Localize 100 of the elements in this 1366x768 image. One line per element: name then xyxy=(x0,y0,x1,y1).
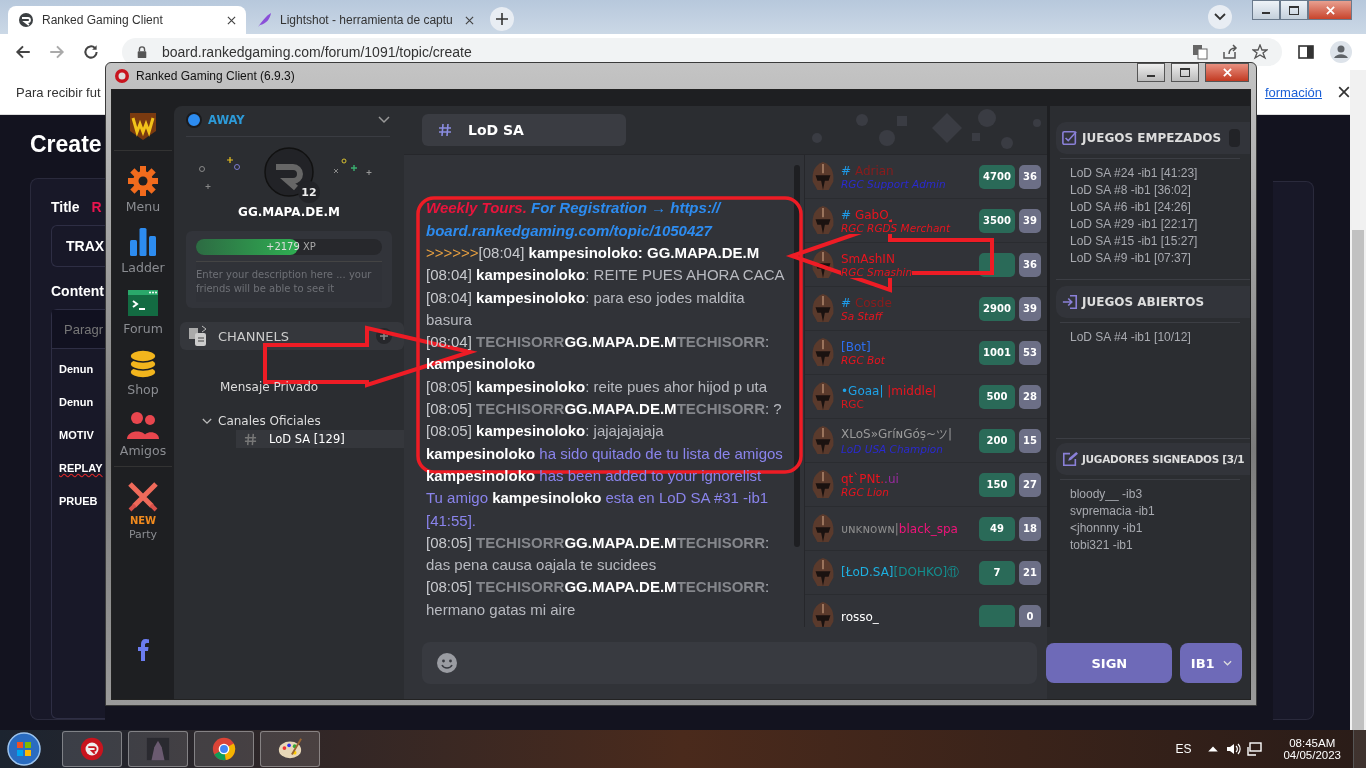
channels-header[interactable]: CHANNELS xyxy=(180,322,404,350)
banner-link[interactable]: formación xyxy=(1264,84,1322,100)
nav-item[interactable]: Ladder xyxy=(114,222,172,283)
taskbar-app[interactable] xyxy=(260,731,320,767)
section-header: JUEGOS ABIERTOS xyxy=(1056,286,1250,318)
nav-item[interactable]: Forum xyxy=(114,283,172,344)
chat-message: [08:05] TECHISORRGG.MAPA.DE.MTECHISORR: ? xyxy=(426,399,783,420)
swords-icon xyxy=(127,481,159,513)
level-badge: 28 xyxy=(1019,384,1041,409)
taskbar-app[interactable] xyxy=(194,731,254,767)
reload-icon[interactable] xyxy=(82,43,100,61)
star-icon[interactable] xyxy=(1252,44,1268,60)
shield-icon xyxy=(127,110,159,142)
user-row[interactable]: # Cosde Sa Staff 2900 39 xyxy=(805,287,1047,331)
new-tab-button[interactable] xyxy=(490,7,514,31)
nav-item[interactable]: Amigos xyxy=(114,405,172,467)
field-label: Title xyxy=(51,199,80,215)
list-item[interactable]: <jhonnny -ib1 xyxy=(1070,520,1240,537)
nav-label: Ladder xyxy=(121,260,165,275)
user-title: RGC RGDS Merchant xyxy=(841,221,951,234)
close-button[interactable] xyxy=(1205,63,1249,82)
scrollbar[interactable] xyxy=(794,165,800,547)
user-name: [Bot] xyxy=(841,339,871,354)
list-item[interactable]: tobi321 -ib1 xyxy=(1070,537,1240,554)
tab-search-button[interactable] xyxy=(1208,5,1232,29)
user-row[interactable]: qt`PNt..ui RGC Lion 150 27 xyxy=(805,463,1047,507)
list-item[interactable]: LoD SA #9 -ib1 [07:37] xyxy=(1070,250,1240,267)
profile-icon[interactable] xyxy=(1330,41,1352,63)
user-row[interactable]: # Adrian RGC Support Admin 4700 36 xyxy=(805,155,1047,199)
list-item[interactable]: LoD SA #4 -ib1 [10/12] xyxy=(1070,329,1240,346)
scrollbar[interactable] xyxy=(1350,70,1366,730)
rating-badge: 500 xyxy=(979,384,1015,409)
chat-message: [08:05] TECHISORRGG.MAPA.DE.MTECHISORR: das pena causa oajala te sucidees xyxy=(426,532,771,576)
facebook-icon[interactable] xyxy=(137,639,149,661)
channel-group[interactable]: Canales Oficiales xyxy=(174,398,404,430)
taskbar-app[interactable] xyxy=(128,731,188,767)
list-item[interactable]: bloody__ -ib3 xyxy=(1070,486,1240,503)
status-selector[interactable]: AWAY xyxy=(186,112,390,137)
minimize-button[interactable] xyxy=(1252,0,1280,20)
mode-dropdown[interactable]: IB1 xyxy=(1180,643,1242,683)
speaker-icon[interactable] xyxy=(1225,741,1242,757)
editor-line: PRUEB xyxy=(58,494,98,509)
emoji-icon[interactable] xyxy=(436,652,458,674)
browser-tab[interactable]: Lightshot - herramienta de captu xyxy=(246,6,484,34)
nav-item[interactable]: Shop xyxy=(114,344,172,405)
close-icon[interactable] xyxy=(1338,86,1350,98)
editor-line: REPLAY xyxy=(58,461,103,476)
user-row[interactable]: # GabO RGC RGDS Merchant 3500 39 xyxy=(805,199,1047,243)
taskbar-app[interactable] xyxy=(62,731,122,767)
user-row[interactable]: ᴜɴᴋɴᴏᴡɴ|black_spa 49 18 xyxy=(805,507,1047,551)
message-input[interactable] xyxy=(422,642,1038,684)
back-icon[interactable] xyxy=(14,43,32,61)
level-badge: 0 xyxy=(1019,604,1041,627)
editor-line: Denun xyxy=(58,362,94,377)
close-icon[interactable] xyxy=(465,15,474,25)
nav-item[interactable]: Menu xyxy=(114,161,172,222)
sign-button[interactable]: SIGN xyxy=(1046,643,1173,683)
channel-item[interactable]: Mensaje Privado xyxy=(174,376,319,398)
close-button[interactable] xyxy=(1308,0,1352,20)
list-item[interactable]: LoD SA #24 -ib1 [41:23] xyxy=(1070,165,1240,182)
maximize-button[interactable] xyxy=(1171,63,1199,82)
nav-item[interactable]: NEW Party xyxy=(114,477,172,549)
chat-message: [08:05] kampesinoloko: jajajajajaja xyxy=(426,421,665,442)
user-row[interactable]: •Goaa| |middle| RGC 500 28 xyxy=(805,375,1047,419)
list-item[interactable]: svpremacia -ib1 xyxy=(1070,503,1240,520)
share-icon[interactable] xyxy=(1222,44,1238,60)
translate-icon[interactable] xyxy=(1192,44,1208,60)
rating-badge: 7 xyxy=(979,560,1015,585)
level-badge: 27 xyxy=(1019,472,1041,497)
user-name: # GabO xyxy=(841,207,889,222)
user-row[interactable]: ⅩLoS»GríɴGóṣ~ツ| LoD USA Champion 200 15 xyxy=(805,419,1047,463)
user-row[interactable]: [Bot] RGC Bot 1001 53 xyxy=(805,331,1047,375)
close-icon[interactable] xyxy=(227,15,236,25)
level-badge: 39 xyxy=(1019,208,1041,233)
minimize-button[interactable] xyxy=(1137,63,1165,82)
start-button[interactable] xyxy=(6,731,42,767)
list-item[interactable]: LoD SA #6 -ib1 [24:26] xyxy=(1070,199,1240,216)
language-indicator[interactable]: ES xyxy=(1175,742,1192,756)
maximize-button[interactable] xyxy=(1280,0,1308,20)
clock[interactable]: 08:45AM 04/05/2023 xyxy=(1283,737,1341,761)
list-item[interactable]: LoD SA #8 -ib1 [36:02] xyxy=(1070,182,1240,199)
list-item[interactable]: LoD SA #29 -ib1 [22:17] xyxy=(1070,216,1240,233)
user-row[interactable]: [ŁoD.SA][DOHKO]⑪ 7 21 xyxy=(805,551,1047,595)
section-header: JUGADORES SIGNEADOS [3/1 xyxy=(1056,443,1250,475)
sidebar-icon[interactable] xyxy=(1298,44,1314,60)
list-item[interactable]: LoD SA #15 -ib1 [15:27] xyxy=(1070,233,1240,250)
user-row[interactable]: SmAshIN RGC Smashin 36 xyxy=(805,243,1047,287)
level-badge: 39 xyxy=(1019,296,1041,321)
chevron-down-icon xyxy=(1222,660,1232,666)
channel-item[interactable]: LoD SA [129] xyxy=(236,430,404,448)
nav-label: Shop xyxy=(127,382,159,397)
rating-badge: 1001 xyxy=(979,340,1015,365)
game-icon xyxy=(145,736,171,762)
level-badge: 18 xyxy=(1019,516,1041,541)
monitor-icon[interactable] xyxy=(1247,741,1264,757)
rating-badge: 4700 xyxy=(979,164,1015,189)
lock-icon xyxy=(136,46,148,58)
settings-icon xyxy=(127,165,159,197)
clock-date: 04/05/2023 xyxy=(1283,749,1341,761)
browser-tab[interactable]: Ranked Gaming Client xyxy=(8,6,246,34)
